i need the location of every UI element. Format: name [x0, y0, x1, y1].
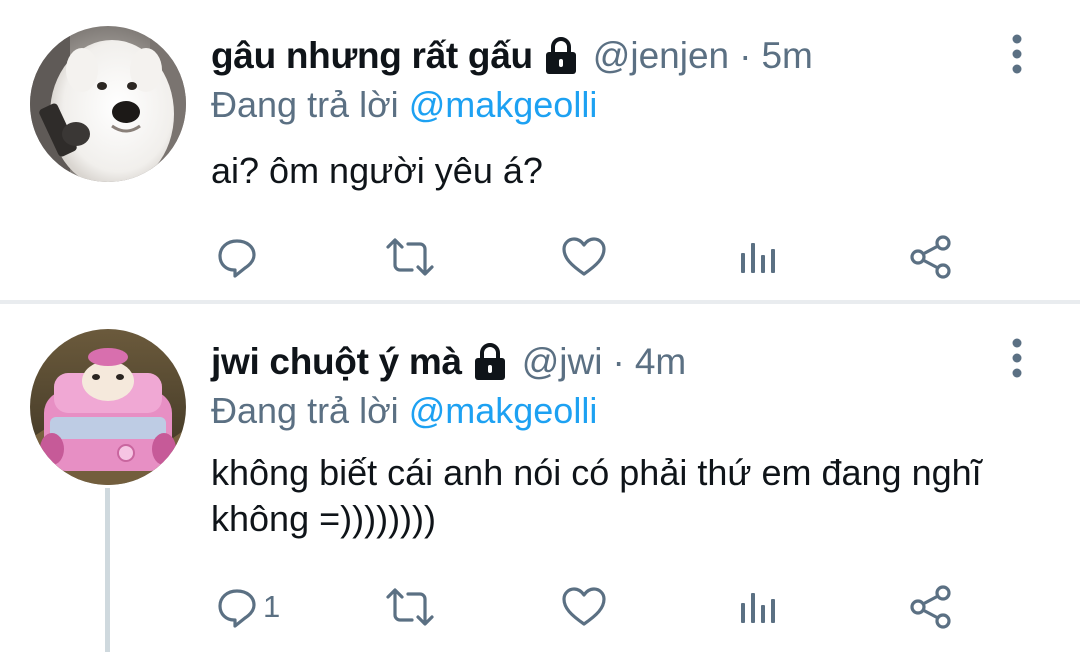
tweet[interactable]: jwi chuột ý mà @jwi · 4m Đang trả lời @m…	[0, 305, 1080, 652]
user-handle[interactable]: @jenjen	[593, 35, 729, 77]
like-button[interactable]	[561, 582, 607, 632]
lock-icon	[472, 342, 508, 382]
heart-icon	[562, 587, 606, 626]
more-vertical-icon	[1012, 34, 1022, 74]
share-icon	[910, 235, 951, 279]
reply-icon	[218, 589, 256, 628]
reply-count: 1	[263, 589, 281, 624]
heart-icon	[562, 237, 606, 276]
hamster-avatar-image	[30, 329, 186, 485]
tweet-header: gâu nhưng rất gấu @jenjen · 5m	[211, 30, 813, 82]
action-bar	[0, 232, 1080, 282]
share-button[interactable]	[908, 232, 954, 282]
more-vertical-icon	[1012, 338, 1022, 378]
share-button[interactable]	[908, 582, 954, 632]
dog-avatar-image	[30, 26, 186, 182]
separator-dot: ·	[739, 35, 752, 76]
lock-icon	[543, 36, 579, 76]
replying-to-line: Đang trả lời @makgeolli	[211, 84, 597, 126]
action-bar: 1	[0, 582, 1080, 632]
more-options-button[interactable]	[1000, 32, 1034, 76]
like-button[interactable]	[561, 232, 607, 282]
separator-dot: ·	[612, 341, 625, 382]
tweet[interactable]: gâu nhưng rất gấu @jenjen · 5m Đang trả …	[0, 0, 1080, 300]
timestamp[interactable]: 4m	[635, 341, 686, 383]
analytics-button[interactable]	[738, 232, 778, 282]
replying-to-line: Đang trả lời @makgeolli	[211, 390, 597, 432]
analytics-icon	[741, 243, 775, 273]
retweet-button[interactable]	[384, 582, 436, 632]
tweet-text: ai? ôm người yêu á?	[211, 150, 543, 191]
more-options-button[interactable]	[1000, 336, 1034, 380]
mention-link[interactable]: @makgeolli	[409, 390, 598, 431]
analytics-icon	[741, 593, 775, 623]
avatar[interactable]	[30, 329, 186, 485]
user-handle[interactable]: @jwi	[522, 341, 603, 383]
share-icon	[910, 585, 951, 629]
display-name[interactable]: jwi chuột ý mà	[211, 341, 462, 383]
retweet-icon	[386, 238, 434, 276]
reply-icon	[218, 239, 256, 278]
replying-prefix: Đang trả lời	[211, 84, 399, 125]
analytics-button[interactable]	[738, 582, 778, 632]
replying-prefix: Đang trả lời	[211, 390, 399, 431]
tweet-divider	[0, 300, 1080, 304]
avatar[interactable]	[30, 26, 186, 182]
tweet-text: không biết cái anh nói có phải thứ em đa…	[211, 452, 982, 539]
tweet-header: jwi chuột ý mà @jwi · 4m	[211, 336, 686, 388]
timestamp[interactable]: 5m	[761, 35, 812, 77]
display-name[interactable]: gâu nhưng rất gấu	[211, 35, 533, 77]
retweet-button[interactable]	[384, 232, 436, 282]
mention-link[interactable]: @makgeolli	[409, 84, 598, 125]
retweet-icon	[386, 588, 434, 626]
reply-button[interactable]: 1	[215, 582, 280, 632]
timeline: gâu nhưng rất gấu @jenjen · 5m Đang trả …	[0, 0, 1080, 652]
reply-button[interactable]	[215, 232, 263, 282]
